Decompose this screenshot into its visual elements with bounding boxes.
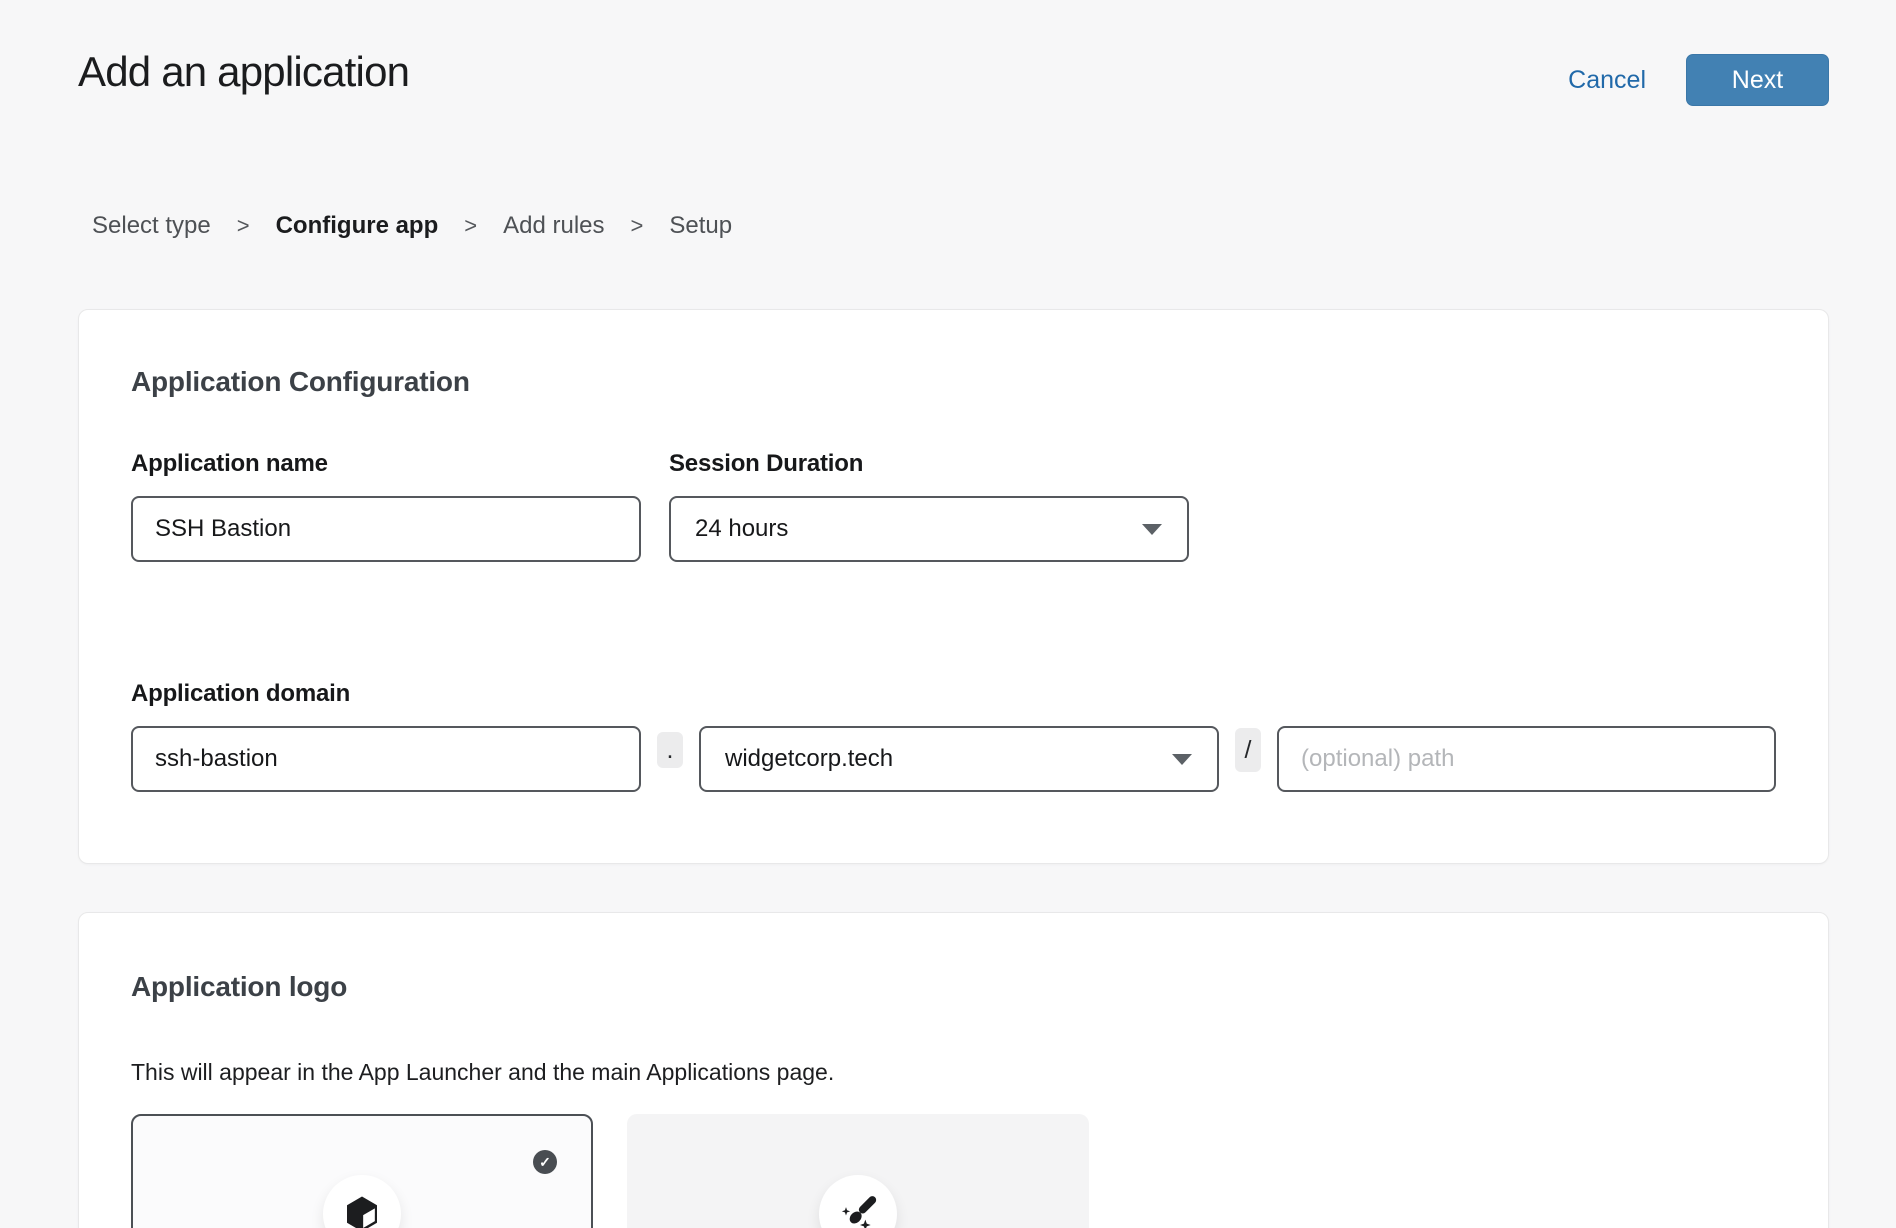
cube-icon bbox=[342, 1194, 382, 1228]
chevron-down-icon bbox=[1141, 523, 1163, 536]
header-actions: Cancel Next bbox=[1568, 54, 1829, 106]
next-button[interactable]: Next bbox=[1686, 54, 1829, 106]
default-logo-circle bbox=[323, 1175, 401, 1228]
session-duration-field-group: Session Duration 24 hours bbox=[669, 450, 1189, 562]
application-logo-heading: Application logo bbox=[131, 971, 1776, 1003]
application-configuration-card: Application Configuration Application na… bbox=[78, 309, 1829, 864]
custom-logo-circle bbox=[819, 1175, 897, 1228]
page-title: Add an application bbox=[78, 48, 409, 96]
paintbrush-sparkles-icon bbox=[838, 1194, 878, 1228]
breadcrumb-separator: > bbox=[631, 213, 644, 239]
application-configuration-heading: Application Configuration bbox=[131, 366, 1776, 398]
domain-dot-separator: . bbox=[657, 732, 683, 768]
application-domain-label: Application domain bbox=[131, 680, 1776, 708]
step-configure-app[interactable]: Configure app bbox=[276, 212, 439, 240]
breadcrumb-separator: > bbox=[464, 213, 477, 239]
session-duration-value: 24 hours bbox=[695, 515, 788, 543]
session-duration-label: Session Duration bbox=[669, 450, 1189, 478]
add-application-page: Add an application Cancel Next Select ty… bbox=[0, 0, 1896, 1228]
application-logo-card: Application logo This will appear in the… bbox=[78, 912, 1829, 1228]
breadcrumb: Select type > Configure app > Add rules … bbox=[78, 212, 1829, 240]
path-input[interactable] bbox=[1277, 726, 1776, 792]
logo-option-custom[interactable] bbox=[627, 1114, 1089, 1228]
domain-value: widgetcorp.tech bbox=[725, 745, 893, 773]
name-session-row: Application name Session Duration 24 hou… bbox=[131, 450, 1776, 562]
logo-options: ✓ bbox=[131, 1114, 1776, 1228]
domain-slash-separator: / bbox=[1235, 728, 1261, 772]
application-name-input[interactable] bbox=[131, 496, 641, 562]
application-domain-row: . widgetcorp.tech / bbox=[131, 708, 1776, 792]
application-name-field-group: Application name bbox=[131, 450, 641, 562]
breadcrumb-separator: > bbox=[237, 213, 250, 239]
logo-option-default[interactable]: ✓ bbox=[131, 1114, 593, 1228]
step-select-type[interactable]: Select type bbox=[92, 212, 211, 240]
cancel-button[interactable]: Cancel bbox=[1568, 54, 1646, 106]
step-add-rules[interactable]: Add rules bbox=[503, 212, 604, 240]
application-domain-field-group: Application domain . widgetcorp.tech / bbox=[131, 680, 1776, 792]
application-logo-description: This will appear in the App Launcher and… bbox=[131, 1059, 1776, 1086]
chevron-down-icon bbox=[1171, 753, 1193, 766]
subdomain-input[interactable] bbox=[131, 726, 641, 792]
application-name-label: Application name bbox=[131, 450, 641, 478]
session-duration-select[interactable]: 24 hours bbox=[669, 496, 1189, 562]
step-setup[interactable]: Setup bbox=[669, 212, 732, 240]
domain-select[interactable]: widgetcorp.tech bbox=[699, 726, 1219, 792]
selected-check-badge: ✓ bbox=[533, 1150, 557, 1174]
page-header: Add an application Cancel Next bbox=[78, 48, 1829, 106]
